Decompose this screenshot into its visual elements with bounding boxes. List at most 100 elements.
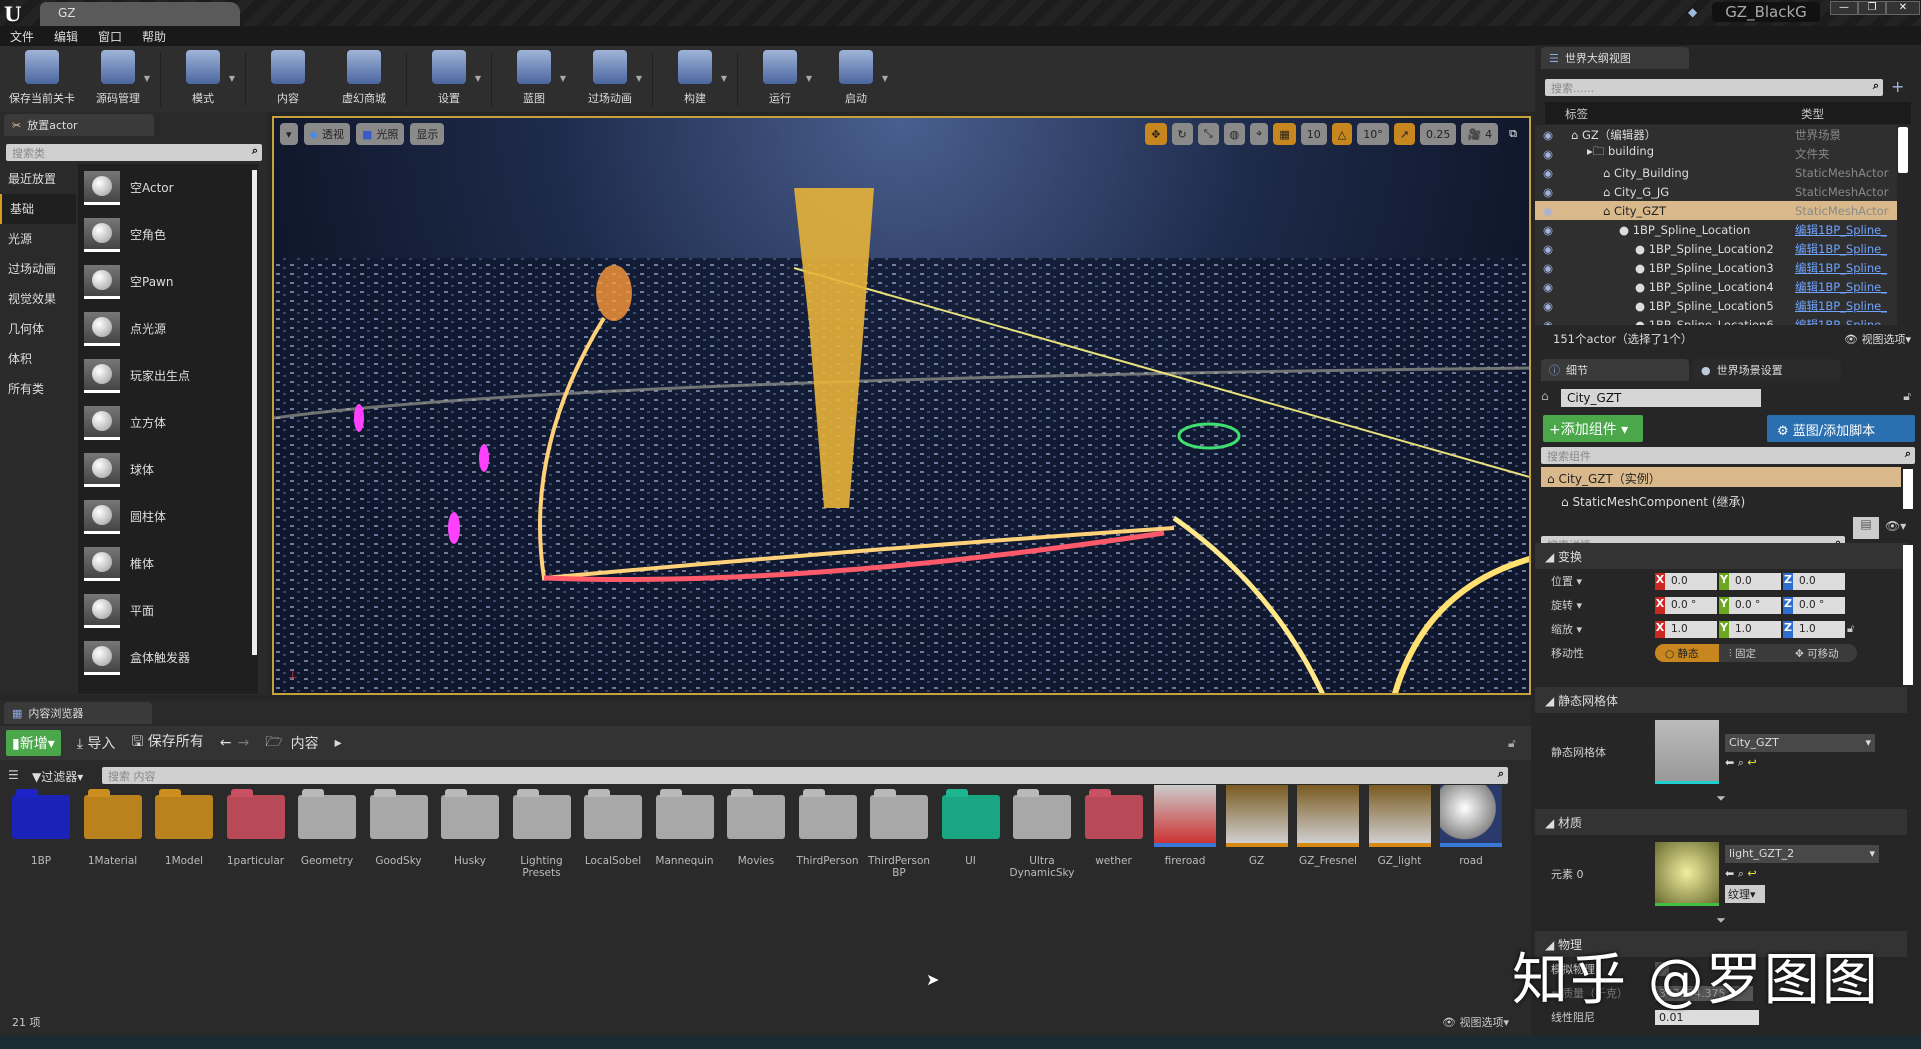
actor-item[interactable]: 圆柱体 <box>78 493 258 540</box>
chevron-down-icon[interactable]: ▼ <box>721 74 727 83</box>
material-dropdown[interactable]: light_GZT_2 ▾ <box>1725 845 1879 863</box>
lighting-button[interactable]: ■ 光照 <box>356 123 405 145</box>
maximize-button[interactable]: ❐ <box>1858 1 1886 15</box>
expand-icon[interactable]: ⏷ <box>1535 913 1907 931</box>
world-local-icon[interactable]: ◍ <box>1223 123 1246 145</box>
static-mesh-section[interactable]: ◢ 静态网格体 <box>1535 687 1907 713</box>
show-button[interactable]: 显示 <box>410 123 445 145</box>
visibility-eye-icon[interactable]: ◉ <box>1543 299 1561 313</box>
chevron-down-icon[interactable]: ▼ <box>882 74 888 83</box>
asset-item[interactable]: 1Material <box>78 795 148 879</box>
scale-tool-icon[interactable]: ⤡ <box>1197 123 1219 145</box>
asset-item[interactable]: ThirdPerson <box>793 795 863 879</box>
materials-section[interactable]: ◢ 材质 <box>1535 809 1907 835</box>
scrollbar[interactable] <box>252 170 257 655</box>
scrollbar[interactable] <box>1898 127 1908 173</box>
asset-item[interactable]: Geometry <box>292 795 362 879</box>
chevron-down-icon[interactable]: ▼ <box>475 74 481 83</box>
outliner-row[interactable]: ◉ ⌂ City_G_JG StaticMeshActor <box>1535 182 1897 201</box>
asset-item[interactable]: 1particular <box>221 795 291 879</box>
asset-item[interactable]: ThirdPerson BP <box>864 795 934 879</box>
type-column-header[interactable]: 类型 <box>1801 106 1824 122</box>
asset-item[interactable]: GoodSky <box>364 795 434 879</box>
category-item[interactable]: 最近放置 <box>0 164 76 194</box>
rotation-label[interactable]: 旋转 ▾ <box>1535 597 1655 613</box>
use-selected-icon[interactable]: ⬅ <box>1725 756 1734 769</box>
asset-item[interactable]: UI <box>936 795 1006 879</box>
row-type[interactable]: 编辑1BP_Spline_ <box>1795 317 1887 326</box>
toolbar-button[interactable]: 启动 ▼ <box>818 46 894 112</box>
asset-item[interactable]: GZ_light <box>1365 785 1435 879</box>
actor-item[interactable]: 盒体触发器 <box>78 634 258 681</box>
scrollbar[interactable] <box>1903 545 1913 685</box>
scale-label[interactable]: 缩放 ▾ <box>1535 621 1655 637</box>
scale-snap-value[interactable]: 0.25 <box>1419 123 1457 145</box>
browse-icon[interactable]: ⌕ <box>1738 756 1744 769</box>
row-type[interactable]: 编辑1BP_Spline_ <box>1795 279 1887 295</box>
surface-snap-icon[interactable]: ⌖ <box>1250 123 1269 145</box>
toolbar-button[interactable]: 模式 ▼ <box>165 46 241 112</box>
browse-icon[interactable]: ⌕ <box>1738 867 1744 880</box>
category-item[interactable]: 视觉效果 <box>0 284 76 314</box>
component-search-input[interactable]: 搜索组件 ⌕ <box>1541 447 1915 464</box>
lock-icon[interactable]: 🔓︎ <box>1903 389 1911 404</box>
outliner-row[interactable]: ◉ ● 1BP_Spline_Location 编辑1BP_Spline_ <box>1535 220 1897 239</box>
rotation-x[interactable]: X 0.0 ° <box>1655 596 1717 614</box>
scale-y[interactable]: Y 1.0 <box>1719 620 1781 638</box>
toolbar-button[interactable]: 保存当前关卡 <box>4 46 80 112</box>
outliner-row[interactable]: ◉ ⌂ GZ（编辑器） 世界场景 <box>1535 125 1897 144</box>
asset-item[interactable]: Movies <box>721 795 791 879</box>
menu-item[interactable]: 帮助 <box>142 28 166 45</box>
scale-x[interactable]: X 1.0 <box>1655 620 1717 638</box>
toolbar-button[interactable]: 蓝图 ▼ <box>496 46 572 112</box>
visibility-eye-icon[interactable]: ◉ <box>1543 147 1561 161</box>
asset-item[interactable]: Ultra DynamicSky <box>1007 795 1077 879</box>
outliner-row[interactable]: ◉ ▸🗀 building 文件夹 <box>1535 144 1897 163</box>
outliner-row[interactable]: ◉ ⌂ City_Building StaticMeshActor <box>1535 163 1897 182</box>
actor-item[interactable]: 点光源 <box>78 305 258 352</box>
chevron-down-icon[interactable]: ▼ <box>229 74 235 83</box>
asset-item[interactable]: fireroad <box>1150 785 1220 879</box>
component-root[interactable]: ⌂ City_GZT（实例） <box>1541 467 1901 487</box>
rotation-snap-value[interactable]: 10° <box>1357 123 1389 145</box>
asset-item[interactable]: Mannequin <box>650 795 720 879</box>
visibility-eye-icon[interactable]: ◉ <box>1543 318 1561 326</box>
asset-item[interactable]: GZ_Fresnel <box>1293 785 1363 879</box>
visibility-filter-icon[interactable]: 👁▾ <box>1885 519 1906 533</box>
actor-item[interactable]: 空Actor <box>78 164 258 211</box>
use-selected-icon[interactable]: ⬅ <box>1725 867 1734 880</box>
perspective-button[interactable]: ◆ 透视 <box>303 123 350 145</box>
actor-item[interactable]: 平面 <box>78 587 258 634</box>
row-type[interactable]: 编辑1BP_Spline_ <box>1795 222 1887 238</box>
actor-name-input[interactable]: City_GZT <box>1561 389 1761 407</box>
level-tab[interactable]: GZ <box>40 2 240 26</box>
scale-snap-icon[interactable]: ↗ <box>1393 123 1415 145</box>
asset-item[interactable]: road <box>1436 785 1506 879</box>
toolbar-button[interactable]: 源码管理 ▼ <box>80 46 156 112</box>
chevron-down-icon[interactable]: ▼ <box>144 74 150 83</box>
property-matrix-icon[interactable]: ▤ <box>1853 517 1879 539</box>
reset-icon[interactable]: ↩ <box>1747 756 1756 769</box>
location-y[interactable]: Y 0.0 <box>1719 572 1781 590</box>
visibility-eye-icon[interactable]: ◉ <box>1543 223 1561 237</box>
actor-item[interactable]: 立方体 <box>78 399 258 446</box>
menu-item[interactable]: 编辑 <box>54 28 78 45</box>
component-item[interactable]: ⌂ StaticMeshComponent (继承) <box>1561 493 1745 510</box>
visibility-eye-icon[interactable]: ◉ <box>1543 128 1561 142</box>
place-actors-tab[interactable]: ✂ 放置actor <box>4 114 154 136</box>
asset-item[interactable]: LocalSobel <box>578 795 648 879</box>
translate-tool-icon[interactable]: ✥ <box>1145 123 1167 145</box>
grid-size-value[interactable]: 10 <box>1300 123 1327 145</box>
asset-item[interactable]: Lighting Presets <box>507 795 577 879</box>
asset-item[interactable]: wether <box>1079 795 1149 879</box>
rotation-snap-icon[interactable]: △ <box>1331 123 1353 145</box>
menu-item[interactable]: 文件 <box>10 28 34 45</box>
outliner-row[interactable]: ◉ ● 1BP_Spline_Location3 编辑1BP_Spline_ <box>1535 258 1897 277</box>
expand-icon[interactable]: ⏷ <box>1535 791 1907 809</box>
category-item[interactable]: 过场动画 <box>0 254 76 284</box>
toolbar-button[interactable]: 虚幻商城 <box>326 46 402 112</box>
scale-z[interactable]: Z 1.0 <box>1783 620 1845 638</box>
toolbar-button[interactable]: 设置 ▼ <box>411 46 487 112</box>
visibility-eye-icon[interactable]: ◉ <box>1543 166 1561 180</box>
material-thumbnail[interactable] <box>1655 842 1719 906</box>
